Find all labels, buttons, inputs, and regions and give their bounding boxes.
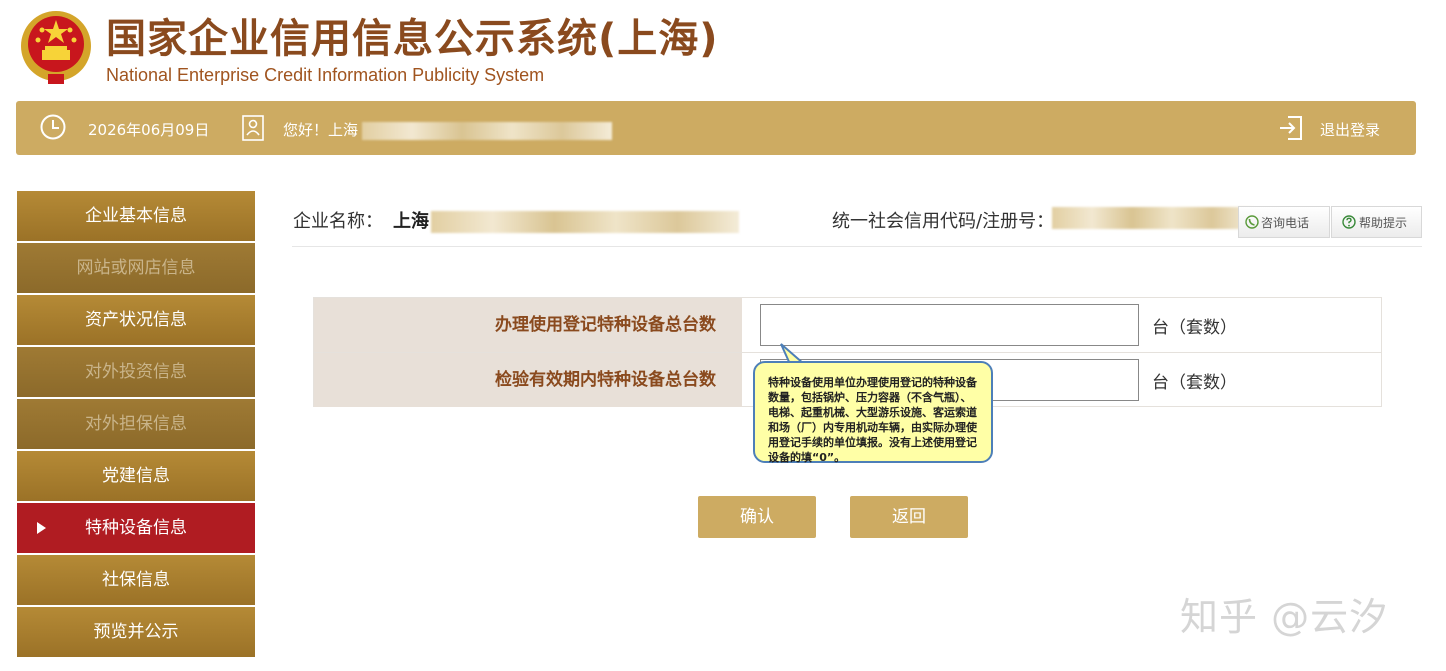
sidebar-item-label: 党建信息 bbox=[102, 466, 170, 486]
clock-icon bbox=[40, 114, 66, 140]
sidebar-item-label: 特种设备信息 bbox=[85, 518, 187, 538]
sidebar-item-label: 对外担保信息 bbox=[85, 414, 187, 434]
sidebar-nav: 企业基本信息 网站或网店信息 资产状况信息 对外投资信息 对外担保信息 党建信息… bbox=[17, 191, 255, 659]
company-name-value: 上海 bbox=[393, 207, 739, 233]
registered-count-label: 办理使用登记特种设备总台数 bbox=[314, 298, 742, 352]
user-icon bbox=[242, 115, 264, 141]
greeting-text: 您好！上海 bbox=[283, 121, 359, 139]
inspected-count-unit: 台（套数） bbox=[1152, 373, 1237, 393]
field-help-tooltip: 特种设备使用单位办理使用登记的特种设备数量，包括锅炉、压力容器（不含气瓶）、电梯… bbox=[753, 361, 993, 464]
sidebar-item-asset-info[interactable]: 资产状况信息 bbox=[17, 295, 255, 345]
sidebar-item-party-info[interactable]: 党建信息 bbox=[17, 451, 255, 501]
inspected-count-label: 检验有效期内特种设备总台数 bbox=[314, 353, 742, 407]
sidebar-item-investment-info[interactable]: 对外投资信息 bbox=[17, 347, 255, 397]
sidebar-item-label: 对外投资信息 bbox=[85, 362, 187, 382]
help-label: 帮助提示 bbox=[1359, 216, 1408, 230]
redacted-company-name bbox=[431, 211, 739, 233]
company-name-label: 企业名称： bbox=[293, 211, 383, 232]
phone-icon bbox=[1245, 215, 1259, 229]
sidebar-item-preview-publish[interactable]: 预览并公示 bbox=[17, 607, 255, 657]
redacted-credit-code bbox=[1052, 207, 1252, 229]
watermark: 知乎 @云汐 bbox=[1180, 595, 1389, 639]
logout-icon[interactable] bbox=[1278, 115, 1304, 141]
logout-link[interactable]: 退出登录 bbox=[1320, 119, 1380, 140]
confirm-button[interactable]: 确认 bbox=[698, 496, 816, 538]
site-subtitle: National Enterprise Credit Information P… bbox=[106, 65, 545, 85]
registered-count-unit: 台（套数） bbox=[1152, 318, 1237, 338]
sidebar-item-label: 企业基本信息 bbox=[85, 206, 187, 226]
sidebar-item-website-info[interactable]: 网站或网店信息 bbox=[17, 243, 255, 293]
national-emblem-icon bbox=[18, 8, 94, 88]
divider bbox=[292, 246, 1422, 247]
top-bar: 2026年06月09日 您好！上海 退出登录 bbox=[16, 101, 1416, 155]
sidebar-item-label: 资产状况信息 bbox=[85, 310, 187, 330]
user-greeting: 您好！上海 bbox=[283, 119, 613, 140]
sidebar-item-label: 网站或网店信息 bbox=[76, 258, 196, 278]
sidebar-item-social-security[interactable]: 社保信息 bbox=[17, 555, 255, 605]
sidebar-item-guarantee-info[interactable]: 对外担保信息 bbox=[17, 399, 255, 449]
sidebar-item-basic-info[interactable]: 企业基本信息 bbox=[17, 191, 255, 241]
registered-count-input[interactable] bbox=[760, 304, 1139, 346]
sidebar-item-label: 社保信息 bbox=[102, 570, 170, 590]
back-button[interactable]: 返回 bbox=[850, 496, 968, 538]
sidebar-item-label: 预览并公示 bbox=[93, 622, 179, 642]
site-title: 国家企业信用信息公示系统(上海) bbox=[106, 16, 719, 62]
sidebar-item-special-equipment[interactable]: 特种设备信息 bbox=[17, 503, 255, 553]
consult-label: 咨询电话 bbox=[1261, 216, 1310, 230]
credit-code-label: 统一社会信用代码/注册号： bbox=[832, 211, 1055, 232]
current-date: 2026年06月09日 bbox=[88, 121, 210, 139]
active-arrow-icon bbox=[37, 522, 46, 534]
redacted-username bbox=[362, 121, 613, 140]
greeting-caret bbox=[357, 155, 377, 163]
company-name-text: 上海 bbox=[393, 211, 429, 232]
help-tips-button[interactable]: 帮助提示 bbox=[1331, 206, 1422, 238]
consult-phone-button[interactable]: 咨询电话 bbox=[1238, 206, 1330, 238]
question-icon bbox=[1342, 215, 1356, 229]
form-row-registered-count: 办理使用登记特种设备总台数 台（套数） bbox=[314, 298, 1381, 353]
